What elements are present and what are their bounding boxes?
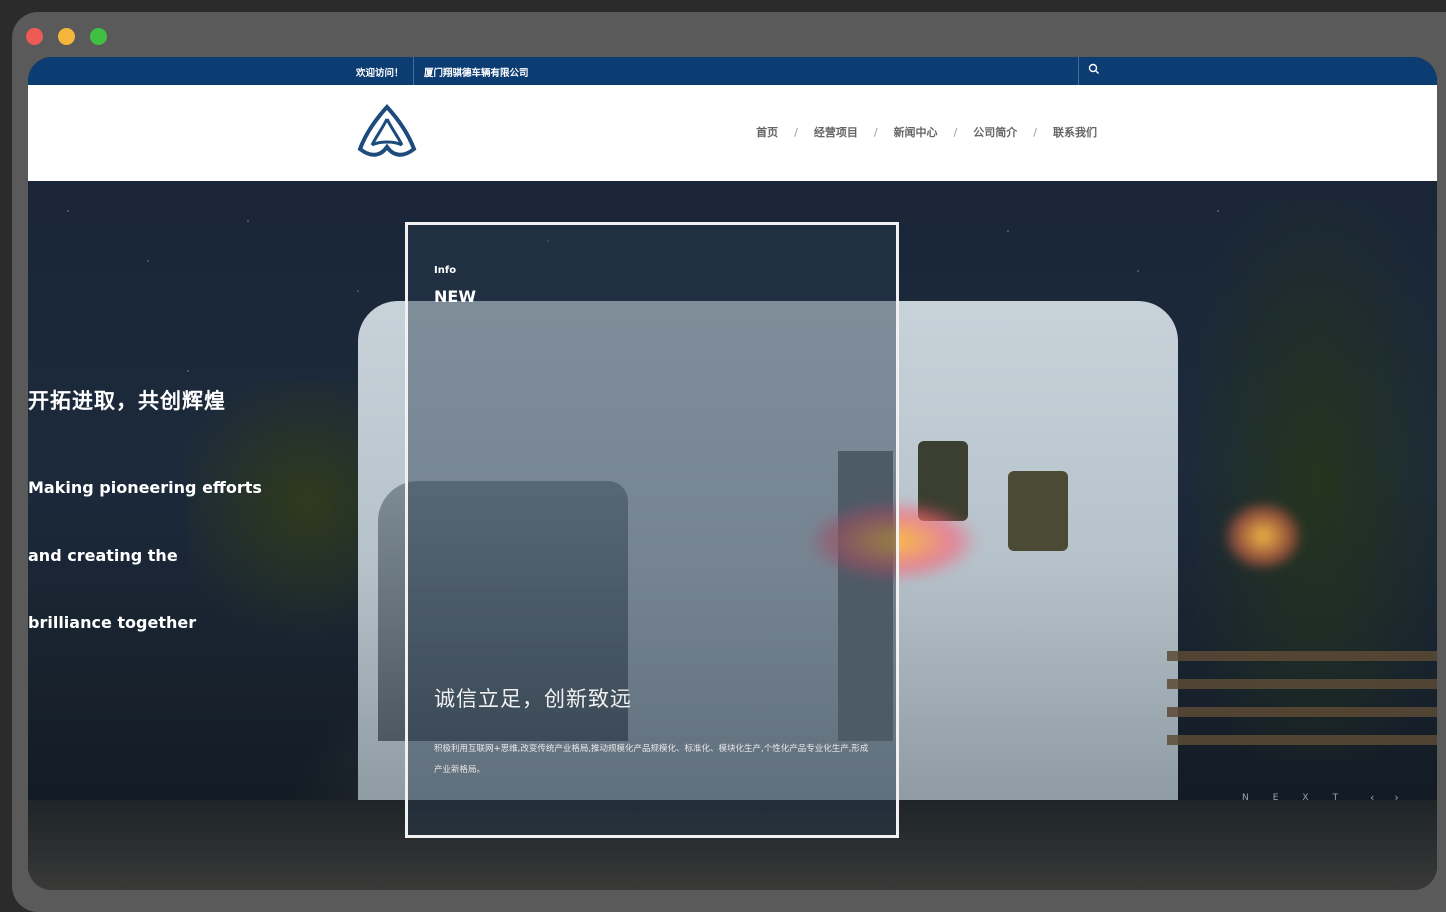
chevron-right-icon[interactable]: › [1394,791,1398,804]
van-window [1008,471,1068,551]
search-icon[interactable] [1088,63,1104,79]
card-heading: NEW [434,287,476,306]
next-label[interactable]: N E X T [1242,793,1339,803]
nav-item-contact[interactable]: 联系我们 [1053,124,1097,140]
next-letter: X [1302,793,1310,803]
company-name: 厦门翔骐德车辆有限公司 [424,68,529,79]
hero-tagline-line: Making pioneering efforts [28,478,262,497]
nav-item-projects[interactable]: 经营项目 [814,124,858,140]
welcome-text: 欢迎访问！ [356,68,404,79]
hero-banner: 开拓进取，共创辉煌 Making pioneering efforts and … [28,181,1437,890]
close-window-button[interactable] [26,28,43,45]
wooden-fence-image [1167,651,1437,761]
next-letter: N [1242,793,1250,803]
hero-title: 开拓进取，共创辉煌 [28,389,226,413]
nav-separator: / [953,125,958,139]
logo-glyph [357,104,417,157]
divider [413,57,414,85]
browser-window: 欢迎访问！ 厦门翔骐德车辆有限公司 首页 / 经营项目 / 新闻中心 / 公司简… [12,12,1446,912]
window-controls [26,28,107,45]
minimize-window-button[interactable] [58,28,75,45]
hero-tagline-line: brilliance together [28,613,197,632]
card-motto: 诚信立足，创新致远 [434,687,632,711]
light-glow [1223,501,1303,571]
next-letter: T [1332,793,1340,803]
maximize-window-button[interactable] [90,28,107,45]
main-navbar: 首页 / 经营项目 / 新闻中心 / 公司简介 / 联系我们 [28,85,1437,181]
nav-item-news[interactable]: 新闻中心 [894,124,938,140]
info-card[interactable]: Info NEW 诚信立足，创新致远 积极利用互联网+思维,改变传统产业格局,推… [405,222,899,838]
slider-arrows: ‹ › [1370,791,1399,804]
nav-separator: / [1033,125,1037,139]
chevron-left-icon[interactable]: ‹ [1370,791,1374,804]
top-bar: 欢迎访问！ 厦门翔骐德车辆有限公司 [28,57,1437,85]
nav-separator: / [794,125,798,139]
triangle-logo-icon[interactable] [356,103,418,163]
card-label: Info [434,265,457,276]
page-viewport: 欢迎访问！ 厦门翔骐德车辆有限公司 首页 / 经营项目 / 新闻中心 / 公司简… [28,57,1437,890]
hero-tagline-line: and creating the [28,546,178,565]
card-description: 积极利用互联网+思维,改变传统产业格局,推动规模化产品规模化、标准化、模块化生产… [434,744,869,775]
divider [1078,57,1079,85]
search-icon-glyph [1088,63,1099,74]
next-letter: E [1272,793,1280,803]
nav-item-about[interactable]: 公司简介 [973,124,1017,140]
primary-nav: 首页 / 经营项目 / 新闻中心 / 公司简介 / 联系我们 [756,124,1097,140]
nav-separator: / [873,125,878,139]
nav-item-home[interactable]: 首页 [756,124,778,140]
